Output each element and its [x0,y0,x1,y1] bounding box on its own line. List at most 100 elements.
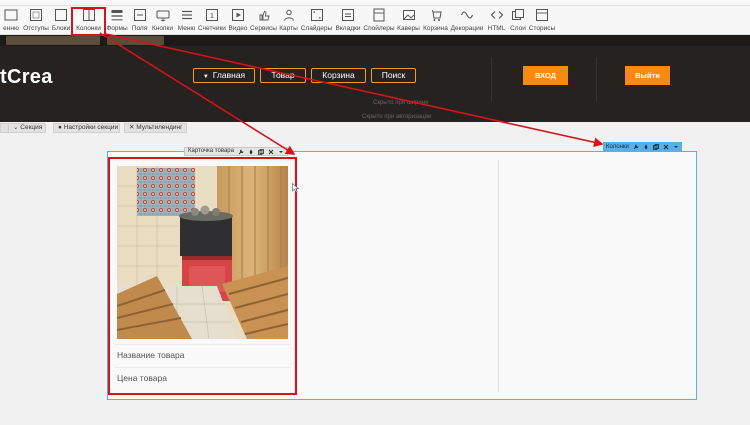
toolbar-item-buttons[interactable]: Кнопки [150,6,175,35]
toolbar-item-blocks[interactable]: Блоки [50,6,72,35]
toolbar-item-label: Сторисы [528,25,556,32]
nav-cart[interactable]: Корзина [311,68,366,83]
toolbar-item-padding[interactable]: Отступы [22,6,50,35]
tabs-icon [342,9,354,21]
toolbar-item-stories[interactable]: Сторисы [528,6,556,35]
video-icon [232,9,244,21]
counters-icon: 1 [206,9,218,21]
login-button[interactable]: ВХОД [523,66,568,85]
site-logo[interactable]: tCrea [0,66,53,89]
toolbar-item-label: Отступы [23,25,49,32]
nav-home[interactable]: ▼ Главная [193,68,255,83]
toolbar-item-covers[interactable]: Каверы [395,6,422,35]
wrench-icon[interactable] [633,144,639,150]
multilanding-button[interactable]: ✕ Мультилендинг [124,123,187,133]
dropdown-triangle-icon: ▼ [202,74,209,80]
toolbar-item-label: Слайдеры [300,25,333,32]
copy-icon[interactable] [258,148,264,155]
header-chip-1[interactable] [6,36,100,45]
toolbar-item-maps[interactable]: Карты [277,6,300,35]
columns-tab-label: Колонки [606,144,629,150]
columns-widget-tab[interactable]: Колонки [603,142,682,152]
toolbar-item-label: Спойлеры [363,25,395,32]
cart-icon [431,9,442,21]
toolbar-item-label: Слои [510,25,526,32]
buttons-icon [156,10,169,22]
product-card-tab-label: Карточка товара [188,148,234,154]
close-icon[interactable] [268,149,274,155]
section-settings-label: Настройки секции [63,124,119,131]
product-card-tab[interactable]: Карточка товара [184,147,288,156]
section-toolbar: ⌄ Секция ● Настройки секции ✕ Мультиленд… [0,122,750,134]
toolbar-item-label: Меню [177,25,196,32]
svg-text:1: 1 [210,12,214,20]
toolbar-item-label: Сервисы [250,25,277,32]
wrench-icon[interactable] [238,149,244,155]
site-header: tCrea ▼ Главная Товар Корзина Поиск ВХОД … [0,35,750,122]
blocks-icon [55,9,67,21]
toolbar-item-cart[interactable]: Корзина [422,6,449,35]
hidden-auth-note: Скрыто при авторизации [362,114,432,120]
section-button[interactable]: ⌄ Секция [8,123,46,133]
toolbar-item-sliders[interactable]: Слайдеры [300,6,333,35]
forms-icon [111,10,123,21]
toolbar-item-label: Счетчики [198,25,226,32]
toolbar-item-tabs[interactable]: Вкладки [333,6,363,35]
nav-home-label: Главная [212,70,246,80]
logout-button[interactable]: Выйти [625,66,670,85]
stories-icon [536,9,548,21]
toolbar-item-label: HTML [487,25,506,32]
toolbar-item-html[interactable]: HTML [485,6,508,35]
copy-icon[interactable] [653,144,659,150]
toolbar-item-video[interactable]: Видео [226,6,250,35]
spoilers-icon [373,8,385,22]
header-divider [491,57,492,102]
header-chip-2[interactable] [107,36,164,45]
nav-cart-label: Корзина [322,70,355,80]
toolbar-item-decorations[interactable]: Декорации [449,6,485,35]
site-top-strip [0,35,750,46]
widget-toolbar: енню Отступы Блоки Колонки Формы Поля Кн… [0,6,750,35]
toolbar-item-label: Карты [279,25,298,32]
column-divider [498,160,499,392]
toolbar-item-spoilers[interactable]: Спойлеры [363,6,395,35]
toolbar-item-partial[interactable]: енню [0,6,22,35]
hidden-width-note: Скрыто при ширине [373,100,429,106]
covers-icon [402,10,415,20]
toolbar-item-forms[interactable]: Формы [105,6,129,35]
toolbar-item-label: Видео [228,25,248,32]
toolbar-item-label: Вкладки [335,25,361,32]
toolbar-item-label: Поля [131,25,148,32]
chevron-down-icon[interactable] [278,149,284,155]
close-icon[interactable] [663,144,669,150]
toolbar-item-counters[interactable]: 1 Счетчики [198,6,226,35]
mouse-cursor-icon [292,183,300,193]
toolbar-item-label: Кнопки [152,25,173,32]
services-icon [259,10,270,21]
toolbar-item-fields[interactable]: Поля [129,6,150,35]
nav-product[interactable]: Товар [260,68,306,83]
section-button-label: Секция [20,124,43,131]
sliders-icon [310,9,323,21]
html-icon [490,11,503,19]
fields-icon [133,9,146,21]
toolbar-item-label: Корзина [423,25,448,32]
section-settings-button[interactable]: ● Настройки секции [53,123,120,133]
toolbar-item-label: Блоки [51,25,71,32]
product-card-highlight [108,157,297,395]
toolbar-item-label: Формы [106,25,128,32]
drop-icon[interactable] [248,149,254,155]
nav-search[interactable]: Поиск [371,68,416,83]
decorations-icon [460,11,474,19]
toolbar-item-label: Каверы [397,25,420,32]
chevron-down-icon[interactable] [673,144,679,150]
drop-icon[interactable] [643,144,649,150]
layers-icon [512,9,524,20]
toolbar-item-services[interactable]: Сервисы [250,6,277,35]
nav-search-label: Поиск [381,70,406,80]
maps-icon [283,9,294,21]
toolbar-item-label: Декорации [450,25,484,32]
toolbar-item-menu[interactable]: Меню [175,6,198,35]
toolbar-item-layers[interactable]: Слои [508,6,528,35]
nav-product-label: Товар [271,70,295,80]
